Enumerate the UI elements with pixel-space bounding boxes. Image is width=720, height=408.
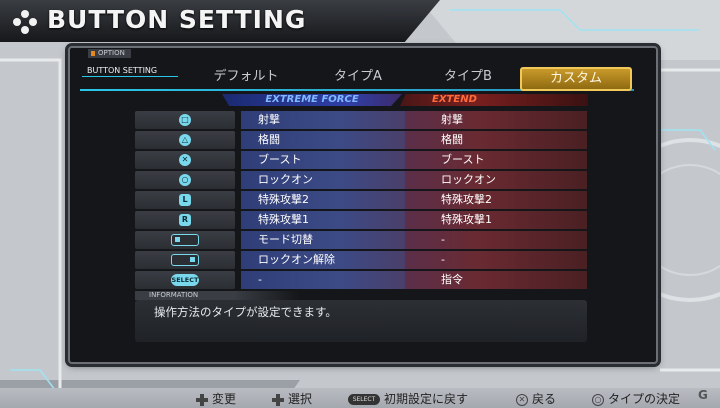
extreme-force-action[interactable]: ブースト xyxy=(241,151,405,169)
extend-action[interactable]: 射撃 xyxy=(405,111,587,129)
section-label: BUTTON SETTING xyxy=(87,66,158,75)
extreme-force-action[interactable]: 格闘 xyxy=(241,131,405,149)
tab-custom[interactable]: カスタム xyxy=(520,67,632,91)
section-underline xyxy=(82,76,178,77)
extend-action[interactable]: - xyxy=(405,251,587,269)
page-title: BUTTON SETTING xyxy=(47,5,307,34)
cross-icon: ✕ xyxy=(516,393,528,406)
select-button-icon: SELECT xyxy=(348,394,380,405)
footer-back[interactable]: ✕ 戻る xyxy=(516,391,556,407)
dpad-icon xyxy=(196,393,208,406)
footer-back-label: 戻る xyxy=(532,392,557,406)
dpad-icon xyxy=(13,10,37,34)
mapping-row[interactable]: ○ ロックオン ロックオン xyxy=(135,171,587,189)
extreme-force-action[interactable]: 射撃 xyxy=(241,111,405,129)
button-cell: ✕ xyxy=(135,151,235,169)
footer-select-label: 選択 xyxy=(288,392,313,406)
extend-action[interactable]: ブースト xyxy=(405,151,587,169)
extend-action[interactable]: 特殊攻撃2 xyxy=(405,191,587,209)
mapping-row[interactable]: R 特殊攻撃1 特殊攻撃1 xyxy=(135,211,587,229)
footer-confirm-label: タイプの決定 xyxy=(608,392,681,406)
extend-action[interactable]: 特殊攻撃1 xyxy=(405,211,587,229)
information-label: INFORMATION xyxy=(135,291,299,300)
tab-type-a[interactable]: タイプA xyxy=(308,67,408,87)
footer-reset-label: 初期設定に戻す xyxy=(384,392,469,406)
mapping-row[interactable]: ロックオン解除 - xyxy=(135,251,587,269)
triangle-icon: △ xyxy=(179,134,191,146)
circle-icon: ○ xyxy=(592,393,604,406)
dpad-icon xyxy=(272,393,284,406)
extreme-force-action[interactable]: 特殊攻撃2 xyxy=(241,191,405,209)
mapping-row[interactable]: SELECT - 指令 xyxy=(135,271,587,289)
mapping-row[interactable]: ✕ ブースト ブースト xyxy=(135,151,587,169)
footer-reset[interactable]: SELECT 初期設定に戻す xyxy=(348,391,468,407)
extreme-force-action[interactable]: - xyxy=(241,271,405,289)
mapping-row[interactable]: モード切替 - xyxy=(135,231,587,249)
mapping-row[interactable]: L 特殊攻撃2 特殊攻撃2 xyxy=(135,191,587,209)
button-cell: △ xyxy=(135,131,235,149)
tab-default[interactable]: デフォルト xyxy=(196,67,296,87)
button-cell xyxy=(135,231,235,249)
analog-left-icon xyxy=(171,234,199,246)
extend-action[interactable]: 指令 xyxy=(405,271,587,289)
button-cell: ○ xyxy=(135,171,235,189)
extend-action[interactable]: 格闘 xyxy=(405,131,587,149)
watermark-logo: G xyxy=(698,388,708,402)
column-header-extreme-force: EXTREME FORCE xyxy=(222,94,402,106)
footer-change-label: 変更 xyxy=(212,392,237,406)
mapping-row[interactable]: △ 格闘 格闘 xyxy=(135,131,587,149)
button-cell: SELECT xyxy=(135,271,235,289)
circle-icon: ○ xyxy=(179,174,191,186)
information-text: 操作方法のタイプが設定できます。 xyxy=(154,305,337,319)
select-button-icon: SELECT xyxy=(171,274,199,286)
button-cell: □ xyxy=(135,111,235,129)
cross-icon: ✕ xyxy=(179,154,191,166)
button-cell xyxy=(135,251,235,269)
extreme-force-action[interactable]: モード切替 xyxy=(241,231,405,249)
tab-type-b[interactable]: タイプB xyxy=(418,67,518,87)
analog-right-icon xyxy=(171,254,199,266)
square-icon: □ xyxy=(179,114,191,126)
extreme-force-action[interactable]: 特殊攻撃1 xyxy=(241,211,405,229)
mapping-row[interactable]: □ 射撃 射撃 xyxy=(135,111,587,129)
footer-confirm[interactable]: ○ タイプの決定 xyxy=(592,391,680,407)
option-label: OPTION xyxy=(88,49,131,58)
extreme-force-action[interactable]: ロックオン xyxy=(241,171,405,189)
l-button-icon: L xyxy=(179,194,191,206)
button-cell: R xyxy=(135,211,235,229)
button-cell: L xyxy=(135,191,235,209)
footer-select: 選択 xyxy=(272,391,312,407)
r-button-icon: R xyxy=(179,214,191,226)
footer-change: 変更 xyxy=(196,391,236,407)
extend-action[interactable]: ロックオン xyxy=(405,171,587,189)
extreme-force-action[interactable]: ロックオン解除 xyxy=(241,251,405,269)
extend-action[interactable]: - xyxy=(405,231,587,249)
column-header-extend: EXTEND xyxy=(400,94,588,106)
